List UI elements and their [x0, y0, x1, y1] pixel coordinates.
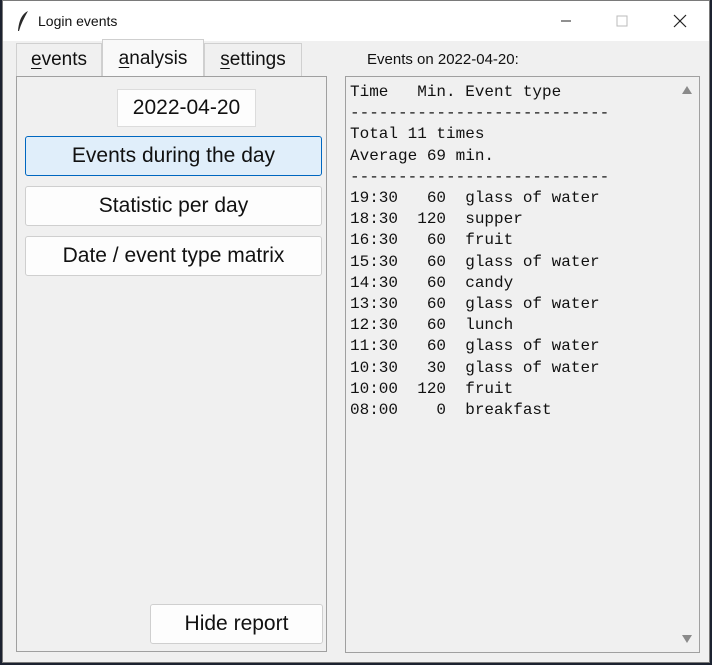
report-line: 14:30 60 candy [350, 273, 514, 292]
report-line: 18:30 120 supper [350, 210, 523, 229]
close-button[interactable] [657, 1, 703, 41]
maximize-icon [616, 15, 628, 27]
tab-analysis-label: nalysis [129, 47, 188, 69]
title-bar[interactable]: Login events [3, 1, 709, 41]
vertical-scrollbar[interactable] [675, 77, 699, 652]
app-window: Login events e vents a nalysis s ettings 20… [2, 0, 710, 663]
report-lines: Time Min. Event type -------------------… [350, 82, 609, 421]
window-title: Login events [38, 13, 118, 29]
scroll-down-arrow-icon[interactable] [682, 635, 692, 643]
tab-analysis-mnemonic: a [118, 47, 130, 69]
minimize-button[interactable] [543, 1, 589, 41]
report-line: --------------------------- [350, 104, 610, 123]
minimize-icon [561, 20, 571, 22]
report-text-area[interactable]: Time Min. Event type -------------------… [345, 76, 700, 653]
tab-settings-label: ettings [229, 49, 286, 70]
tab-analysis[interactable]: a nalysis [102, 39, 204, 77]
report-line: --------------------------- [350, 167, 610, 186]
feather-icon [18, 11, 28, 31]
tab-events-mnemonic: e [31, 49, 42, 70]
report-line: 08:00 0 breakfast [350, 401, 552, 420]
hide-report-button[interactable]: Hide report [150, 604, 323, 644]
report-line: 16:30 60 fruit [350, 231, 514, 250]
report-line: Total 11 times [350, 125, 485, 144]
report-line: 10:00 120 fruit [350, 379, 514, 398]
scroll-up-arrow-icon[interactable] [682, 86, 692, 94]
report-line: Time Min. Event type [350, 83, 562, 101]
report-line: 10:30 30 glass of water [350, 358, 600, 377]
date-event-type-matrix-button[interactable]: Date / event type matrix [25, 236, 322, 276]
report-line: Average 69 min. [350, 146, 495, 165]
report-title: Events on 2022-04-20: [367, 51, 519, 68]
events-during-day-button[interactable]: Events during the day [25, 136, 322, 176]
tab-settings[interactable]: s ettings [204, 43, 302, 76]
report-line: 12:30 60 lunch [350, 316, 514, 335]
report-line: 11:30 60 glass of water [350, 337, 600, 356]
report-line: 13:30 60 glass of water [350, 295, 600, 314]
date-field[interactable]: 2022-04-20 [117, 89, 256, 127]
statistic-per-day-button[interactable]: Statistic per day [25, 186, 322, 226]
analysis-panel: 2022-04-20 Events during the day Statist… [16, 76, 327, 652]
report-line: 19:30 60 glass of water [350, 189, 600, 208]
tab-events[interactable]: e vents [16, 43, 102, 76]
tab-events-label: vents [41, 49, 87, 70]
maximize-button[interactable] [599, 1, 645, 41]
report-line: 15:30 60 glass of water [350, 252, 600, 271]
close-icon [673, 14, 687, 28]
tab-settings-mnemonic: s [220, 49, 230, 70]
